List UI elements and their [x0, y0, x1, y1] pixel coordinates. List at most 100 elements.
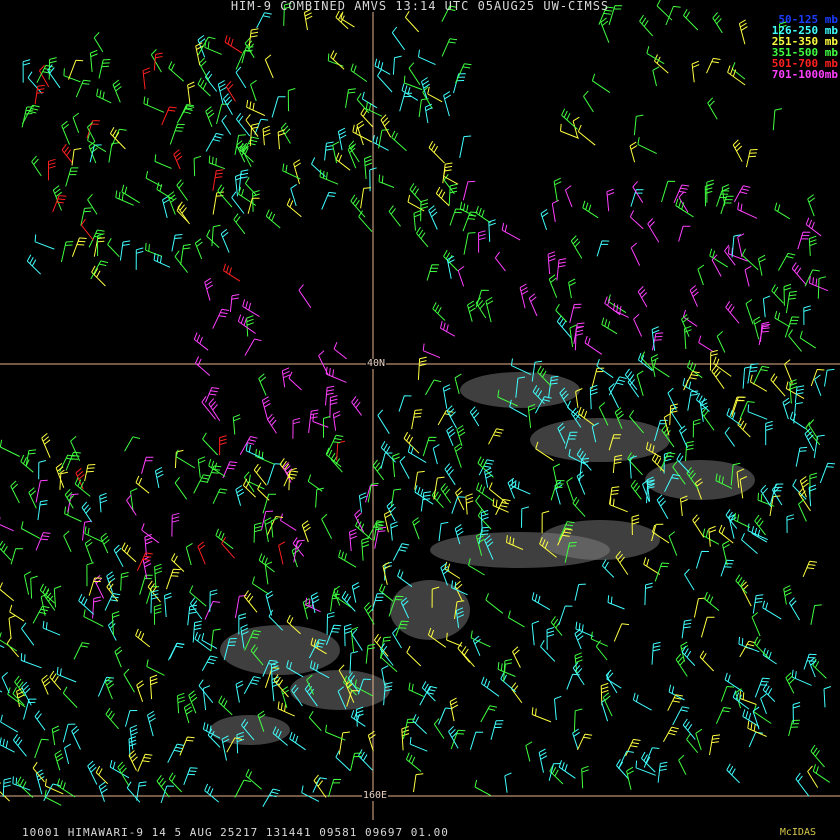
wind-barb [321, 191, 337, 210]
wind-barb [8, 615, 16, 639]
wind-barb [739, 691, 757, 705]
wind-barb [771, 284, 784, 304]
wind-barb [475, 205, 491, 224]
wind-barb [380, 452, 393, 469]
wind-barb [632, 692, 652, 711]
wind-barb [93, 32, 104, 53]
wind-barb [154, 563, 163, 587]
wind-barb [288, 371, 302, 391]
wind-barb [551, 199, 560, 223]
wind-barb [6, 637, 20, 658]
wind-barb [647, 218, 660, 243]
wind-barb [246, 99, 266, 116]
wind-barb [475, 297, 487, 319]
wind-barb [204, 783, 220, 803]
wind-barb [762, 600, 782, 620]
wind-barb [531, 707, 552, 723]
wind-barb [633, 114, 644, 136]
wind-barb [40, 592, 48, 616]
wind-barb [531, 620, 540, 646]
wind-barb [657, 761, 668, 783]
wind-barb [391, 26, 406, 51]
wind-barb [470, 630, 491, 648]
wind-barb [341, 590, 356, 612]
wind-barb [350, 752, 362, 771]
wind-barb [625, 738, 641, 757]
wind-barb [41, 674, 51, 695]
wind-barb [810, 369, 825, 387]
wind-barb [572, 728, 580, 749]
wind-barb [216, 103, 229, 125]
wind-barb [720, 686, 735, 702]
wind-barb [652, 66, 660, 87]
wind-barb [205, 132, 224, 152]
wind-barb [235, 66, 247, 89]
wind-barb [708, 525, 717, 547]
wind-barb [204, 277, 214, 301]
wind-barb [189, 585, 207, 607]
wind-barb [20, 454, 34, 473]
wind-barb [408, 62, 421, 86]
wind-barb [68, 59, 84, 80]
wind-barb [315, 487, 325, 508]
wind-barb [345, 88, 356, 108]
wind-barb [17, 776, 34, 798]
wind-barb [706, 179, 714, 203]
wind-barb [584, 335, 603, 355]
wind-barb [667, 387, 677, 411]
wind-barb [712, 12, 723, 34]
wind-barb [201, 396, 216, 420]
wind-barb [351, 628, 363, 651]
wind-barb [212, 488, 228, 504]
wind-barb [784, 316, 800, 338]
wind-barb [568, 278, 576, 299]
wind-barb [235, 485, 245, 506]
wind-barb [9, 604, 25, 622]
wind-barb [241, 46, 254, 64]
wind-barb [582, 200, 599, 219]
wind-barb [337, 127, 347, 151]
wind-barb [338, 731, 350, 755]
wind-barb [319, 169, 339, 185]
wind-barb [204, 40, 222, 55]
wind-barb [651, 641, 661, 665]
wind-barb [123, 668, 135, 693]
wind-barb [758, 324, 771, 346]
wind-barb [173, 149, 183, 170]
wind-barb [711, 365, 725, 389]
wind-barb [810, 604, 822, 625]
wind-barb [528, 293, 538, 317]
wind-barb [124, 436, 141, 452]
wind-barb [525, 741, 533, 762]
wind-barb [654, 562, 670, 582]
wind-barb [810, 744, 825, 768]
wind-barb [344, 623, 352, 647]
wind-barb [735, 574, 748, 594]
wind-barb [392, 453, 400, 478]
wind-barb [145, 170, 162, 187]
wind-barb [758, 254, 766, 276]
wind-barb [752, 365, 770, 385]
wind-barb [412, 517, 421, 540]
cloud-patch [540, 520, 660, 560]
wind-barb [350, 194, 366, 218]
wind-barb [229, 294, 240, 313]
wind-barb [267, 463, 282, 485]
wind-barb [807, 765, 819, 788]
wind-barb [10, 480, 20, 504]
wind-barb [421, 77, 430, 99]
wind-barb [121, 184, 140, 204]
wind-barb [722, 540, 730, 566]
wind-barb [167, 191, 177, 215]
wind-barb [697, 264, 705, 286]
wind-barb [83, 609, 104, 627]
wind-barb [139, 574, 153, 595]
wind-barb [740, 581, 752, 607]
wind-barb [42, 620, 61, 636]
wind-barb [548, 274, 558, 298]
wind-barb [669, 403, 678, 426]
wind-barb [448, 725, 459, 749]
wind-barb [377, 409, 390, 434]
wind-barb [249, 123, 259, 147]
wind-barb [398, 395, 412, 412]
